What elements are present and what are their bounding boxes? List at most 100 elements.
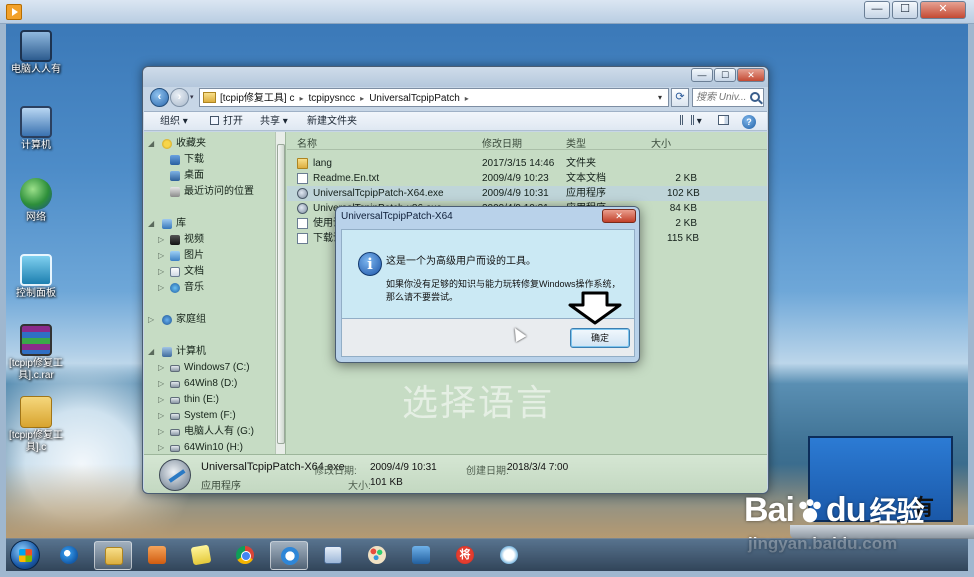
host-maximize-button[interactable]: ☐ [892, 1, 918, 19]
taskbar-media-player[interactable] [138, 541, 176, 570]
file-size: 102 KB [667, 188, 700, 199]
taskbar-paint[interactable] [358, 541, 396, 570]
down-arrow-annotation-icon [568, 291, 622, 325]
column-header-size[interactable]: 大小 [651, 135, 671, 150]
address-bar[interactable]: [tcpip修复工具] c ▸ tcpipysncc ▸ UniversalTcpipP… [199, 88, 669, 107]
table-row[interactable]: lang 2017/3/15 14:46 文件夹 [287, 156, 767, 171]
table-row-selected[interactable]: UniversalTcpipPatch-X64.exe 2009/4/9 10:… [287, 186, 767, 201]
host-close-button[interactable]: ✕ [920, 1, 966, 19]
column-header-name[interactable]: 名称 [297, 135, 317, 150]
nav-label: Windows7 (C:) [184, 362, 250, 373]
taskbar-chess[interactable]: 将 [446, 541, 484, 570]
chevron-right-icon[interactable]: ▸ [460, 94, 474, 103]
desktop-icon-rar-archive[interactable]: [tcpip修复工具].c.rar [6, 324, 66, 382]
baidu-logo-right: du [825, 491, 867, 529]
drive-icon [170, 429, 180, 436]
scrollbar-thumb[interactable] [277, 144, 285, 444]
browser-icon [281, 547, 299, 565]
expand-arrow-icon[interactable]: ▷ [158, 440, 164, 454]
details-modified-label: 修改日期: [314, 466, 357, 477]
refresh-button[interactable]: ⟳ [671, 88, 689, 107]
folder-icon [297, 158, 308, 169]
taskbar-chrome[interactable] [226, 541, 264, 570]
breadcrumb-item[interactable]: tcpipysncc [308, 93, 355, 104]
taskbar-browser[interactable] [270, 541, 308, 570]
nav-label: 最近访问的位置 [184, 186, 254, 197]
expand-arrow-icon[interactable]: ▷ [148, 312, 154, 328]
chevron-down-icon[interactable]: ▾ [654, 91, 666, 105]
expand-arrow-icon[interactable]: ▷ [158, 232, 164, 248]
expand-arrow-icon[interactable]: ▷ [158, 280, 164, 296]
desktop-icon-computer-brand[interactable]: 电脑人人有 [6, 30, 66, 76]
collapse-arrow-icon[interactable]: ◢ [148, 344, 154, 360]
host-titlebar: — ☐ ✕ [0, 0, 974, 24]
desktop-icon-label: 电脑人人有 [11, 64, 61, 75]
breadcrumb-item[interactable]: [tcpip修复工具] c [220, 93, 294, 104]
file-size: 2 KB [675, 218, 697, 229]
explorer-titlebar[interactable]: — ☐ ✕ [143, 67, 768, 87]
paint-palette-icon [368, 546, 386, 564]
open-button[interactable]: 打开 [210, 114, 243, 130]
change-view-button[interactable]: ▾ [680, 114, 710, 130]
column-header-date[interactable]: 修改日期 [482, 135, 522, 150]
forward-button[interactable]: › [170, 88, 189, 107]
taskbar-sticky-notes[interactable] [182, 541, 220, 570]
collapse-arrow-icon[interactable]: ◢ [148, 136, 154, 152]
dialog-close-button[interactable]: ✕ [602, 209, 636, 223]
details-created-value: 2018/3/4 7:00 [507, 462, 569, 473]
expand-arrow-icon[interactable]: ▷ [158, 360, 164, 376]
nav-pane-scrollbar[interactable] [275, 132, 285, 454]
chevron-right-icon[interactable]: ▸ [355, 94, 369, 103]
expand-arrow-icon[interactable]: ▷ [158, 264, 164, 280]
desktop-icon-computer[interactable]: 计算机 [6, 106, 66, 152]
pictures-icon [170, 251, 180, 261]
taskbar-remote-desktop[interactable] [402, 541, 440, 570]
expand-arrow-icon[interactable]: ▷ [158, 392, 164, 408]
taskbar-cloud[interactable] [490, 541, 528, 570]
column-header-type[interactable]: 类型 [566, 135, 586, 150]
search-input[interactable] [696, 90, 748, 105]
caption-overlay: 选择语言 [402, 383, 555, 424]
desktop-icon-folder[interactable]: [tcpip修复工具].c [6, 396, 66, 454]
desktop-icon-network[interactable]: 网络 [6, 178, 66, 224]
start-button[interactable] [10, 540, 40, 570]
organize-menu[interactable]: 组织 ▾ [160, 114, 188, 130]
expand-arrow-icon[interactable]: ▷ [158, 424, 164, 440]
taskbar-explorer[interactable] [94, 541, 132, 570]
details-file-kind: 应用程序 [201, 481, 241, 492]
details-size-label: 大小: [348, 481, 371, 492]
desktop-icon-control-panel[interactable]: 控制面板 [6, 254, 66, 300]
help-icon[interactable]: ? [742, 115, 756, 129]
preview-pane-button[interactable] [718, 114, 730, 130]
details-pane: UniversalTcpipPatch-X64.exe 应用程序 修改日期: 2… [144, 454, 767, 493]
share-menu[interactable]: 共享 ▾ [260, 114, 288, 130]
file-type: 应用程序 [566, 188, 606, 199]
recent-pages-chevron-icon[interactable]: ▾ [190, 93, 198, 103]
explorer-minimize-button[interactable]: — [691, 68, 713, 82]
chevron-right-icon[interactable]: ▸ [294, 94, 308, 103]
music-icon [170, 283, 180, 293]
sticky-notes-icon [190, 544, 212, 566]
globe-icon [20, 178, 52, 210]
explorer-close-button[interactable]: ✕ [737, 68, 765, 82]
back-button[interactable]: ‹ [150, 88, 169, 107]
taskbar-document[interactable] [314, 541, 352, 570]
details-created-label: 创建日期: [466, 466, 509, 477]
table-row[interactable]: Readme.En.txt 2009/4/9 10:23 文本文档 2 KB [287, 171, 767, 186]
collapse-arrow-icon[interactable]: ◢ [148, 216, 154, 232]
expand-arrow-icon[interactable]: ▷ [158, 408, 164, 424]
explorer-maximize-button[interactable]: ☐ [714, 68, 736, 82]
new-folder-button[interactable]: 新建文件夹 [307, 114, 357, 130]
preview-pane-icon [718, 115, 729, 125]
computer-icon [162, 347, 172, 357]
breadcrumb-item[interactable]: UniversalTcpipPatch [369, 93, 460, 104]
cloud-icon [500, 546, 518, 564]
expand-arrow-icon[interactable]: ▷ [158, 248, 164, 264]
open-label: 打开 [223, 116, 243, 127]
search-box[interactable] [692, 88, 764, 107]
search-icon[interactable] [750, 92, 760, 102]
expand-arrow-icon[interactable]: ▷ [158, 376, 164, 392]
host-minimize-button[interactable]: — [864, 1, 890, 19]
taskbar-ie[interactable] [50, 541, 88, 570]
ok-button[interactable]: 确定 [570, 328, 630, 348]
